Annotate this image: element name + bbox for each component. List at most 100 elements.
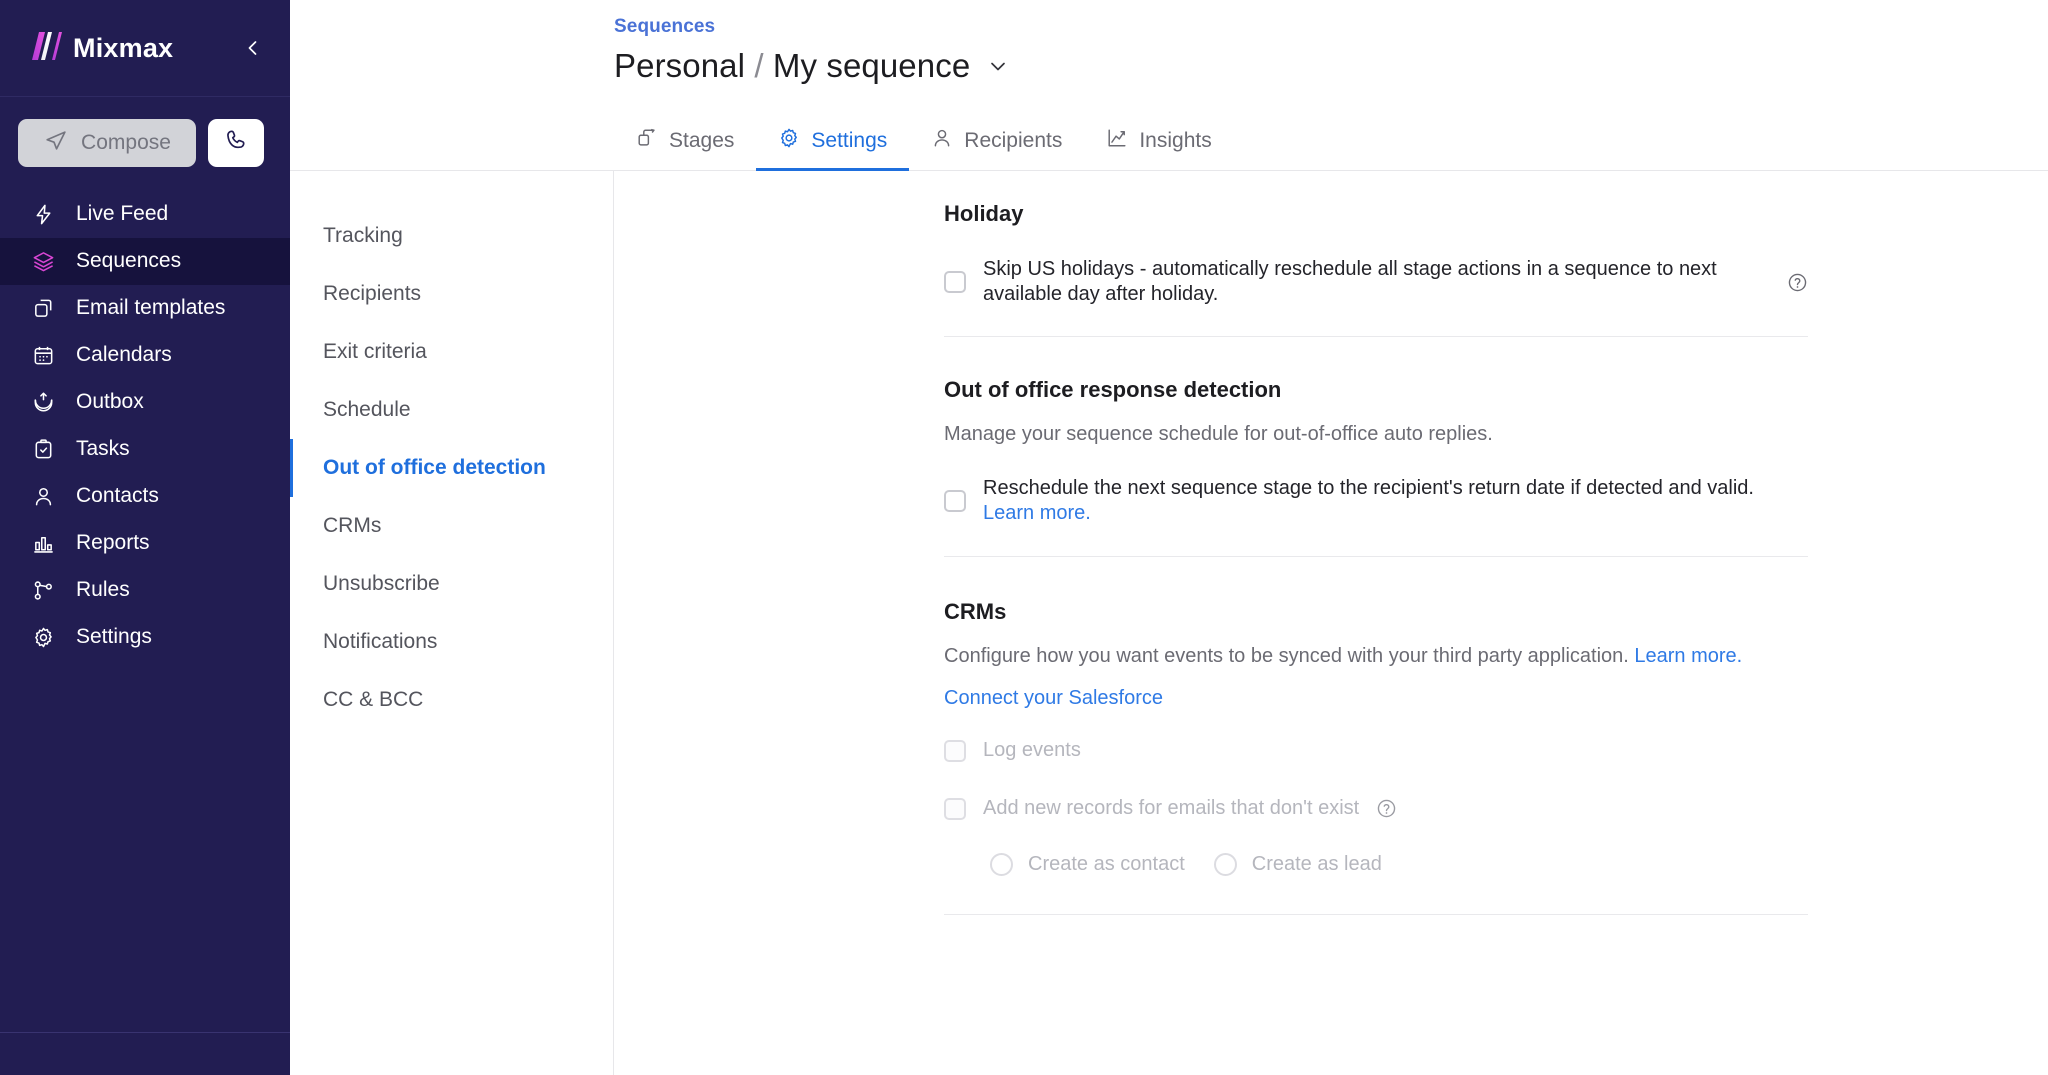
- create-as-lead-radio[interactable]: [1213, 853, 1237, 876]
- add-new-records-checkbox[interactable]: [944, 797, 966, 820]
- bolt-icon: [30, 203, 56, 226]
- log-events-row: Log events: [944, 738, 1808, 763]
- sidebar-item-label: Email templates: [76, 296, 226, 319]
- tab-label: Insights: [1139, 128, 1212, 152]
- crms-learn-more-link[interactable]: Learn more.: [1634, 645, 1742, 667]
- subnav-label: Notifications: [323, 630, 438, 653]
- sidebar-nav: Live Feed Sequences Email templates Cale…: [0, 187, 290, 661]
- section-crms: CRMs Configure how you want events to be…: [944, 599, 1808, 929]
- clipboard-check-icon: [30, 438, 56, 461]
- create-as-lead-label: Create as lead: [1251, 853, 1382, 875]
- connect-salesforce-link[interactable]: Connect your Salesforce: [944, 687, 1163, 710]
- page-title-separator: /: [754, 47, 764, 84]
- sidebar-item-contacts[interactable]: Contacts: [0, 473, 290, 520]
- tab-settings[interactable]: Settings: [756, 113, 910, 171]
- sidebar: Mixmax Compose Live Feed Sequences Email…: [0, 0, 290, 1075]
- tab-label: Recipients: [964, 128, 1063, 152]
- sidebar-item-tasks[interactable]: Tasks: [0, 426, 290, 473]
- phone-icon: [224, 128, 249, 158]
- section-ooo: Out of office response detection Manage …: [944, 377, 1808, 571]
- sidebar-compose-row: Compose: [0, 97, 290, 187]
- page-title-row: Personal / My sequence: [614, 47, 2048, 85]
- tab-stages[interactable]: Stages: [614, 113, 756, 171]
- branch-icon: [30, 579, 56, 602]
- line-chart-icon: [1106, 127, 1128, 155]
- sidebar-item-label: Contacts: [76, 484, 159, 507]
- ooo-learn-more-link[interactable]: Learn more.: [983, 502, 1091, 524]
- person-icon: [931, 127, 953, 155]
- dialer-button[interactable]: [208, 119, 264, 167]
- subnav-label: CC & BCC: [323, 688, 424, 711]
- settings-content: Holiday Skip US holidays - automatically…: [614, 171, 2048, 1075]
- add-new-records-label: Add new records for emails that don't ex…: [983, 797, 1360, 819]
- breadcrumb[interactable]: Sequences: [614, 16, 715, 37]
- reschedule-return-date-label: Reschedule the next sequence stage to th…: [983, 476, 1808, 526]
- subnav-item-tracking[interactable]: Tracking: [290, 207, 613, 265]
- tab-insights[interactable]: Insights: [1084, 113, 1233, 171]
- subnav-item-cc-bcc[interactable]: CC & BCC: [290, 671, 613, 729]
- divider: [944, 914, 1808, 915]
- subnav-item-out-of-office-detection[interactable]: Out of office detection: [290, 439, 613, 497]
- sidebar-collapse-button[interactable]: [240, 35, 266, 61]
- skip-us-holidays-label: Skip US holidays - automatically resched…: [983, 258, 1717, 305]
- page-title-name: My sequence: [772, 47, 971, 84]
- sidebar-item-settings[interactable]: Settings: [0, 614, 290, 661]
- brand: Mixmax: [28, 31, 173, 66]
- subnav-item-schedule[interactable]: Schedule: [290, 381, 613, 439]
- page-title-owner: Personal: [614, 47, 746, 84]
- sidebar-item-rules[interactable]: Rules: [0, 567, 290, 614]
- question-circle-icon[interactable]: [1787, 272, 1808, 293]
- sidebar-item-label: Rules: [76, 578, 130, 601]
- subnav-label: Unsubscribe: [323, 572, 440, 595]
- calendar-icon: [30, 344, 56, 367]
- sidebar-item-label: Outbox: [76, 390, 144, 413]
- add-new-records-row: Add new records for emails that don't ex…: [944, 796, 1808, 821]
- section-holiday: Holiday Skip US holidays - automatically…: [944, 201, 1808, 351]
- tab-recipients[interactable]: Recipients: [909, 113, 1084, 171]
- layers-icon: [30, 250, 56, 273]
- subnav-label: Schedule: [323, 398, 411, 421]
- sidebar-item-reports[interactable]: Reports: [0, 520, 290, 567]
- subnav-item-crms[interactable]: CRMs: [290, 497, 613, 555]
- reschedule-text: Reschedule the next sequence stage to th…: [983, 477, 1754, 499]
- subnav-item-exit-criteria[interactable]: Exit criteria: [290, 323, 613, 381]
- copy-icon: [30, 297, 56, 320]
- tab-bar: Stages Settings Recipients Insights: [290, 112, 2048, 171]
- reschedule-return-date-checkbox[interactable]: [944, 490, 966, 512]
- divider: [944, 336, 1808, 337]
- create-as-contact-radio[interactable]: [990, 853, 1013, 876]
- crms-description-text: Configure how you want events to be sync…: [944, 645, 1629, 667]
- subnav-item-notifications[interactable]: Notifications: [290, 613, 613, 671]
- compose-label: Compose: [81, 131, 171, 154]
- sidebar-item-email-templates[interactable]: Email templates: [0, 285, 290, 332]
- sidebar-item-label: Calendars: [76, 343, 172, 366]
- sidebar-header: Mixmax: [0, 0, 290, 97]
- person-icon: [30, 485, 56, 508]
- question-circle-icon[interactable]: [1376, 798, 1397, 819]
- sidebar-item-calendars[interactable]: Calendars: [0, 332, 290, 379]
- sidebar-item-label: Tasks: [76, 437, 130, 460]
- bar-chart-icon: [30, 532, 56, 555]
- sidebar-item-sequences[interactable]: Sequences: [0, 238, 290, 285]
- sidebar-item-label: Sequences: [76, 249, 182, 272]
- chevron-down-icon[interactable]: [986, 54, 1010, 78]
- stages-icon: [636, 127, 658, 155]
- sidebar-item-label: Live Feed: [76, 202, 169, 225]
- section-title: CRMs: [944, 599, 1007, 624]
- subnav-label: Tracking: [323, 224, 403, 247]
- compose-button[interactable]: Compose: [18, 119, 196, 167]
- create-as-radio-group: Create as contact Create as lead: [944, 853, 1808, 876]
- log-events-checkbox[interactable]: [944, 739, 966, 762]
- section-description: Configure how you want events to be sync…: [944, 645, 1808, 668]
- app-root: Mixmax Compose Live Feed Sequences Email…: [0, 0, 2048, 1075]
- sidebar-item-label: Reports: [76, 531, 150, 554]
- gear-icon: [30, 626, 56, 649]
- brand-name: Mixmax: [73, 32, 174, 63]
- create-as-contact-label: Create as contact: [1028, 853, 1185, 875]
- sidebar-item-label: Settings: [76, 625, 152, 648]
- sidebar-item-outbox[interactable]: Outbox: [0, 379, 290, 426]
- subnav-item-unsubscribe[interactable]: Unsubscribe: [290, 555, 613, 613]
- sidebar-item-live-feed[interactable]: Live Feed: [0, 191, 290, 238]
- skip-us-holidays-checkbox[interactable]: [944, 271, 966, 293]
- subnav-item-recipients[interactable]: Recipients: [290, 265, 613, 323]
